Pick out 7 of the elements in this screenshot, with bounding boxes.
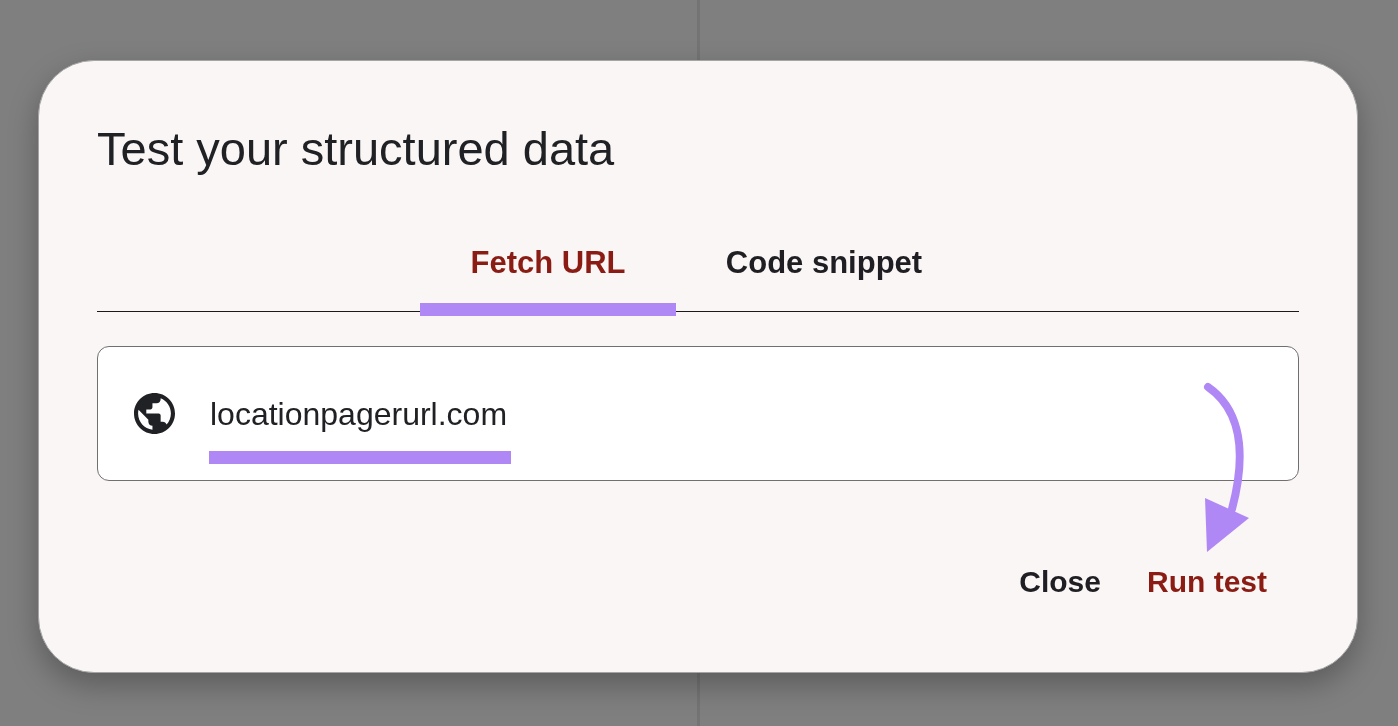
run-test-button[interactable]: Run test [1139, 556, 1275, 608]
globe-icon [134, 393, 175, 434]
tab[interactable]: Fetch URL [420, 231, 676, 311]
dialog-title: Test your structured data [97, 123, 616, 175]
url-field[interactable]: locationpagerurl.com [97, 346, 1299, 481]
close-button[interactable]: Close [1011, 556, 1109, 608]
tab[interactable]: Code snippet [676, 231, 972, 311]
